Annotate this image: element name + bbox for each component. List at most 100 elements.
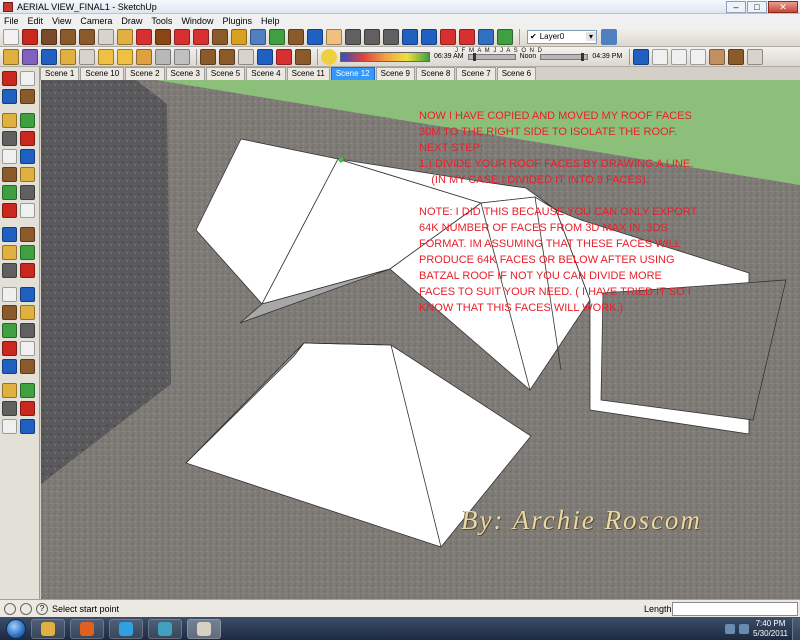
minimize-button[interactable]: – [726, 0, 746, 13]
menu-edit[interactable]: Edit [28, 16, 44, 26]
position-camera-icon[interactable] [2, 340, 17, 356]
scene-tab[interactable]: Scene 5 [205, 67, 246, 80]
previous-view-icon[interactable] [402, 28, 418, 45]
move-icon[interactable] [193, 28, 209, 45]
shaded-icon[interactable] [257, 48, 273, 65]
previous-icon[interactable] [20, 322, 35, 338]
rectangle-icon[interactable] [2, 112, 17, 128]
rotate-icon[interactable] [2, 184, 17, 200]
line-icon[interactable] [20, 112, 35, 128]
rectangle-icon[interactable] [60, 28, 76, 45]
time-slider-handle[interactable] [472, 52, 476, 61]
section-plane-icon[interactable] [20, 358, 35, 374]
look-around-icon[interactable] [20, 340, 35, 356]
circle-icon[interactable] [2, 130, 17, 146]
iso-view-icon[interactable] [633, 48, 650, 65]
look-around-icon[interactable] [60, 48, 76, 65]
perspective-icon[interactable] [747, 48, 764, 65]
3d-text-icon[interactable] [20, 262, 35, 278]
menu-tools[interactable]: Tools [151, 16, 172, 26]
xray-icon[interactable] [200, 48, 216, 65]
freehand-icon[interactable] [20, 148, 35, 164]
zoom-window-icon[interactable] [364, 28, 380, 45]
arc-icon[interactable] [98, 28, 114, 45]
left-view-icon[interactable] [728, 48, 745, 65]
scene-tab[interactable]: Scene 1 [40, 67, 80, 80]
close-button[interactable]: ✕ [768, 0, 798, 13]
earth-icon[interactable] [20, 400, 35, 416]
help-icon[interactable]: ? [36, 602, 48, 615]
wireframe-icon[interactable] [219, 48, 235, 65]
pan-icon[interactable] [326, 28, 342, 45]
followme-icon[interactable] [20, 184, 35, 200]
scene-tab[interactable]: Scene 11 [286, 67, 330, 80]
credits-icon[interactable] [20, 602, 32, 615]
position-camera-icon[interactable] [98, 48, 114, 65]
hidden-line-icon[interactable] [238, 48, 254, 65]
offset-icon[interactable] [212, 28, 228, 45]
share-component-icon[interactable] [2, 400, 17, 416]
zoom-icon[interactable] [345, 28, 361, 45]
right-view-icon[interactable] [690, 48, 707, 65]
skype-taskbar-button[interactable] [109, 618, 143, 639]
line-pencil-icon[interactable] [22, 28, 38, 45]
sandbox-icon[interactable] [174, 48, 190, 65]
move-icon[interactable] [2, 166, 17, 182]
firefox-taskbar-button[interactable] [70, 618, 104, 639]
volume-icon[interactable] [739, 623, 749, 634]
menu-plugins[interactable]: Plugins [222, 16, 252, 26]
explorer-taskbar-button[interactable] [31, 618, 65, 639]
circle-icon[interactable] [79, 28, 95, 45]
freehand-icon[interactable] [41, 28, 57, 45]
scene-tab[interactable]: Scene 12 [330, 67, 375, 80]
polygon-icon[interactable] [2, 148, 17, 164]
share-model-icon[interactable] [20, 382, 35, 398]
pushpull-icon[interactable] [117, 28, 133, 45]
shadow-time-slider-2[interactable] [540, 52, 589, 61]
dimension-icon[interactable] [20, 226, 35, 242]
building-maker-icon[interactable] [20, 418, 35, 434]
scene-tab[interactable]: Scene 3 [165, 67, 205, 80]
monochrome-icon[interactable] [295, 48, 311, 65]
orbit-icon[interactable] [2, 286, 17, 302]
section-plane-icon[interactable] [117, 48, 133, 65]
tape-measure-icon[interactable] [231, 28, 247, 45]
scene-tab[interactable]: Scene 9 [375, 67, 415, 80]
menu-window[interactable]: Window [181, 16, 213, 26]
get-models-icon[interactable] [440, 28, 456, 45]
menu-help[interactable]: Help [261, 16, 280, 26]
time-slider-handle-2[interactable] [581, 52, 585, 61]
add-location-icon[interactable] [497, 28, 513, 45]
eraser-icon[interactable] [20, 70, 35, 86]
menu-view[interactable]: View [52, 16, 71, 26]
scene-tab[interactable]: Scene 4 [246, 67, 286, 80]
shadow-month-slider[interactable] [340, 51, 430, 62]
start-button[interactable] [6, 618, 26, 639]
tape-measure-icon[interactable] [2, 226, 17, 242]
paint-bucket-icon[interactable] [2, 88, 17, 104]
get-models-icon[interactable] [2, 382, 17, 398]
sketchup-taskbar-button[interactable] [187, 618, 221, 639]
front-view-icon[interactable] [671, 48, 688, 65]
menu-draw[interactable]: Draw [121, 16, 142, 26]
menu-camera[interactable]: Camera [80, 16, 112, 26]
layers-icon[interactable] [601, 28, 617, 45]
eraser-icon[interactable] [41, 48, 57, 65]
shadow-time-slider[interactable] [467, 52, 516, 61]
scene-tab[interactable]: Scene 10 [80, 67, 125, 80]
dimension-icon[interactable] [155, 48, 171, 65]
show-desktop-button[interactable] [792, 617, 800, 640]
media-taskbar-button[interactable] [148, 618, 182, 639]
scale-icon[interactable] [2, 202, 17, 218]
pan-icon[interactable] [20, 286, 35, 302]
scale-icon[interactable] [174, 28, 190, 45]
clock[interactable]: 7:40 PM 5/30/2011 [753, 619, 788, 639]
axes-icon[interactable] [269, 28, 285, 45]
photo-textures-icon[interactable] [2, 418, 17, 434]
pushpull-icon[interactable] [20, 166, 35, 182]
menu-file[interactable]: File [4, 16, 19, 26]
top-view-icon[interactable] [652, 48, 669, 65]
measurements-box[interactable] [672, 602, 798, 616]
rotate-icon[interactable] [136, 28, 152, 45]
protractor-icon[interactable] [136, 48, 152, 65]
